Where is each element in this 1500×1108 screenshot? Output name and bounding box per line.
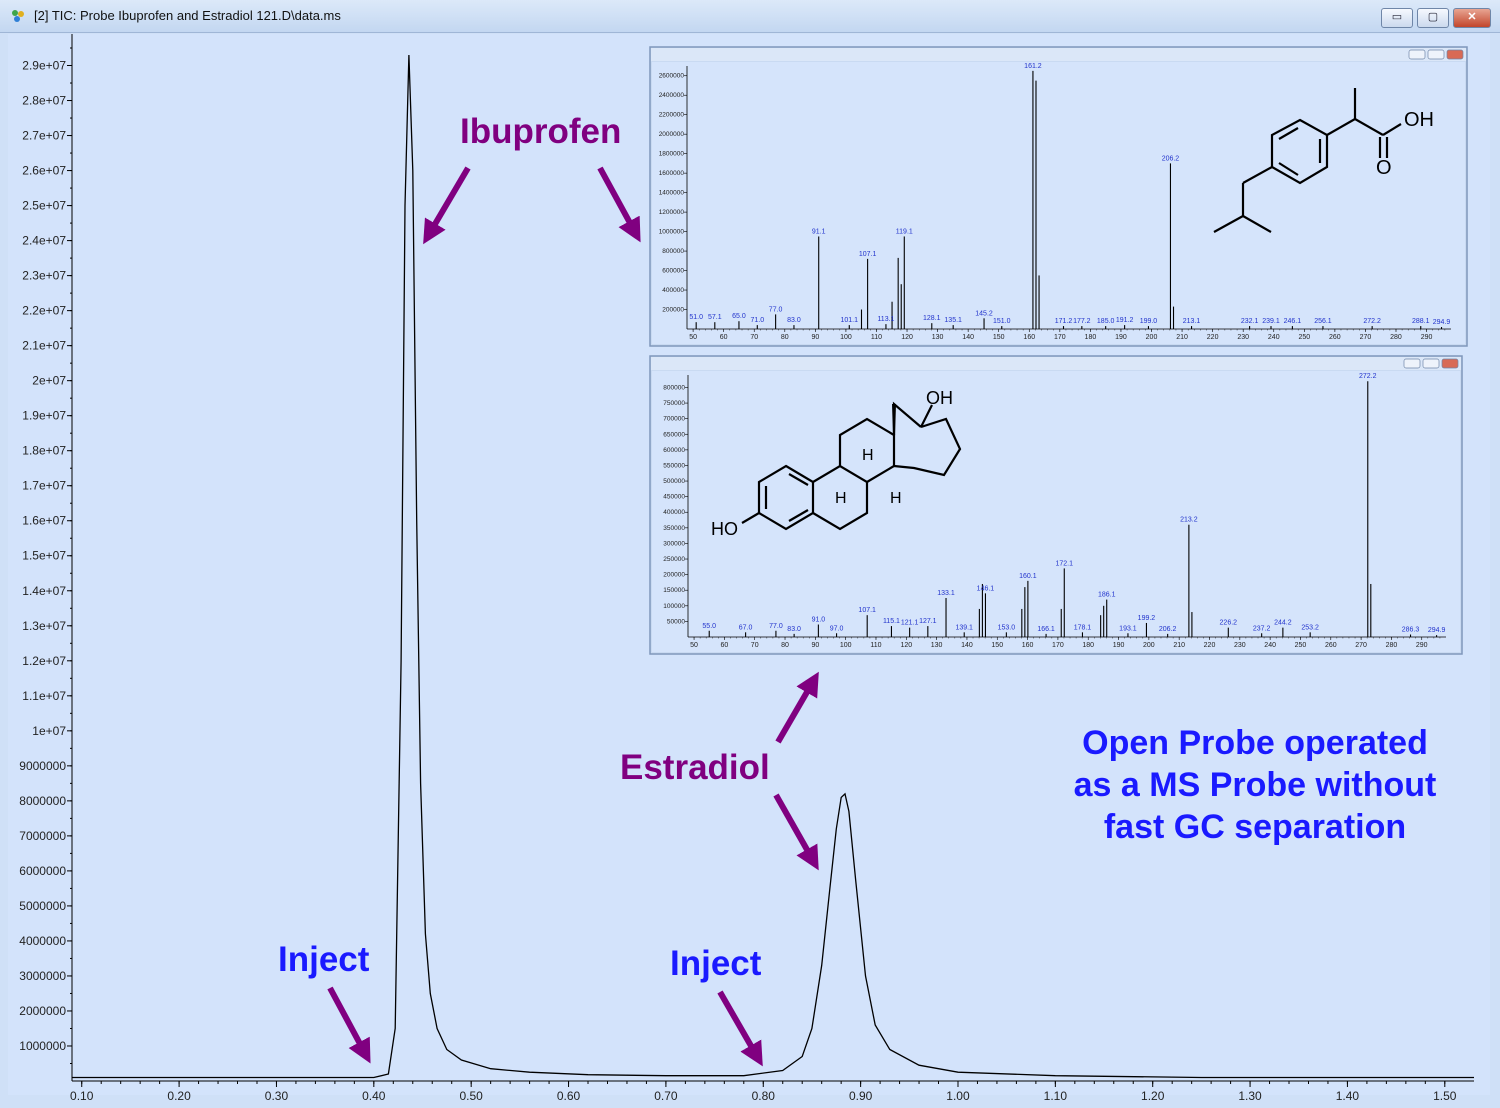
arrow-ibuprofen-peak <box>423 166 471 245</box>
note-line-1: Open Probe operated <box>1082 724 1428 762</box>
note-line-3: fast GC separation <box>1103 808 1407 846</box>
note-line-2: as a MS Probe without <box>1073 766 1437 804</box>
arrow-estradiol-spectrum <box>775 671 819 744</box>
arrow-inject-1 <box>327 986 371 1064</box>
arrow-inject-2 <box>717 990 763 1067</box>
inject-label-2: Inject <box>670 944 762 983</box>
ibuprofen-label: Ibuprofen <box>460 112 622 151</box>
annotation-arrows <box>327 166 819 1067</box>
arrow-ibuprofen-spectrum <box>597 166 641 243</box>
arrow-estradiol-peak <box>773 793 819 871</box>
estradiol-label: Estradiol <box>620 748 770 787</box>
note-text: Open Probe operated as a MS Probe withou… <box>1040 722 1470 848</box>
inject-label-1: Inject <box>278 940 370 979</box>
